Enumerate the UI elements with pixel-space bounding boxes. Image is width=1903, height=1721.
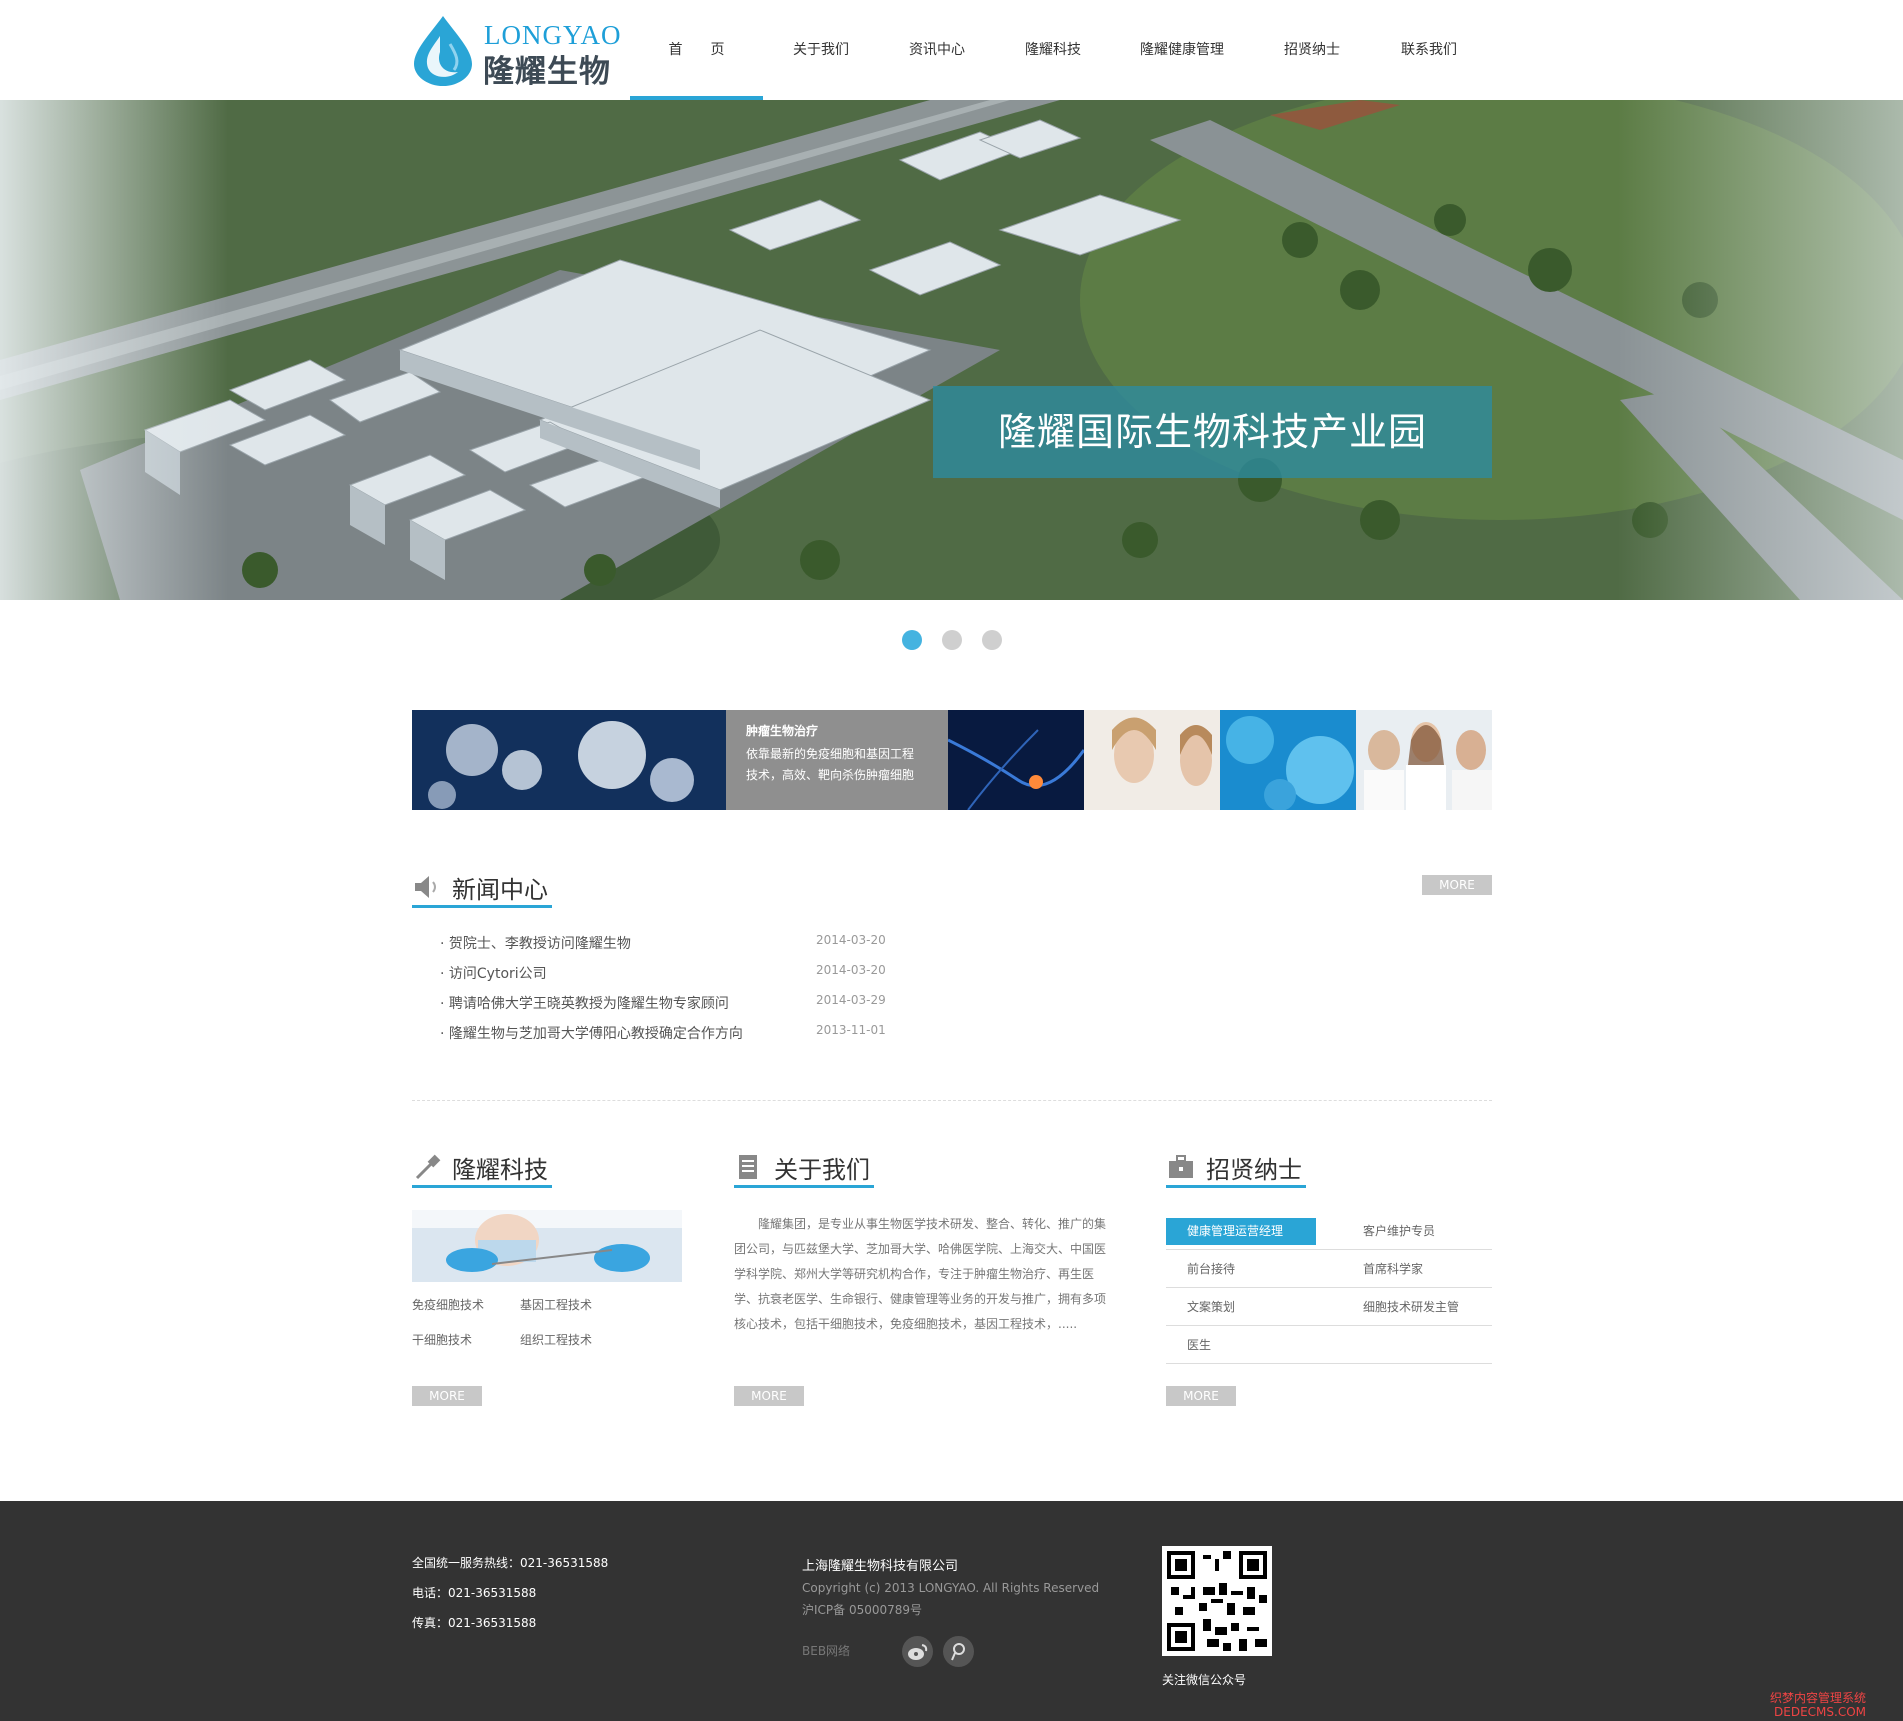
feature-desc-2: 技术，高效、靶向杀伤肿瘤细胞	[746, 768, 915, 782]
news-item: · 隆耀生物与芝加哥大学傅阳心教授确定合作方向 2013-11-01	[440, 1023, 900, 1053]
job-item[interactable]: 前台接待	[1166, 1256, 1316, 1283]
nav-item-tech[interactable]: 隆耀科技	[995, 0, 1111, 100]
news-title: 新闻中心	[452, 876, 548, 904]
watermark: 织梦内容管理系统 DEDECMS.COM	[1770, 1691, 1866, 1719]
news-list: · 贺院士、李教授访问隆耀生物 2014-03-20 · 访问Cytori公司 …	[440, 933, 900, 1053]
footer-icp[interactable]: 沪ICP备 05000789号	[802, 1601, 922, 1618]
slider-dot-3[interactable]	[982, 630, 1002, 650]
tech-link-stem[interactable]: 干细胞技术	[412, 1331, 472, 1348]
qr-label: 关注微信公众号	[1162, 1673, 1247, 1687]
section-divider	[412, 1100, 1492, 1101]
nav-item-health[interactable]: 隆耀健康管理	[1111, 0, 1253, 100]
jobs-more-button[interactable]: MORE	[1166, 1386, 1236, 1406]
tech-title-underline	[412, 1185, 552, 1188]
about-title: 关于我们	[774, 1156, 870, 1184]
news-heading: 新闻中心	[412, 868, 552, 908]
tencent-weibo-icon[interactable]	[943, 1636, 974, 1667]
news-item: · 聘请哈佛大学王晓英教授为隆耀生物专家顾问 2014-03-29	[440, 993, 900, 1023]
news-item-date: 2014-03-20	[816, 933, 886, 947]
news-item-title[interactable]: · 访问Cytori公司	[440, 963, 547, 983]
about-title-underline	[734, 1185, 874, 1188]
nav-item-contact[interactable]: 联系我们	[1371, 0, 1487, 100]
footer: 全国统一服务热线：021-36531588 电话：021-36531588 传真…	[0, 1501, 1903, 1721]
news-item: · 贺院士、李教授访问隆耀生物 2014-03-20	[440, 933, 900, 963]
job-item[interactable]: 首席科学家	[1341, 1256, 1491, 1283]
jobs-list: 健康管理运营经理 客户维护专员 前台接待 首席科学家 文案策划 细胞技术研发主管…	[1166, 1212, 1492, 1364]
job-item[interactable]: 细胞技术研发主管	[1341, 1294, 1491, 1321]
news-item-date: 2013-11-01	[816, 1023, 886, 1037]
tech-heading: 隆耀科技	[412, 1148, 552, 1188]
feature-desc-1: 依靠最新的免疫细胞和基因工程	[746, 747, 915, 761]
job-item[interactable]: 客户维护专员	[1341, 1218, 1491, 1245]
faces-image	[1084, 710, 1220, 810]
cell-image-1	[412, 710, 726, 810]
news-title-underline	[412, 905, 552, 908]
nav-item-home[interactable]: 首 页	[630, 0, 763, 100]
nav-item-jobs[interactable]: 招贤纳士	[1253, 0, 1371, 100]
tech-image	[412, 1210, 682, 1282]
jobs-heading: 招贤纳士	[1166, 1148, 1306, 1188]
footer-fax: 传真：021-36531588	[412, 1616, 537, 1630]
weibo-icon[interactable]	[902, 1636, 933, 1667]
pipette-icon	[415, 1154, 441, 1180]
logo-text-cn: 隆耀生物	[483, 54, 611, 90]
watermark-line-1: 织梦内容管理系统	[1770, 1691, 1867, 1705]
news-item-title[interactable]: · 贺院士、李教授访问隆耀生物	[440, 933, 631, 953]
hero-banner[interactable]: 隆耀国际生物科技产业园	[0, 100, 1903, 600]
slider-dot-2[interactable]	[942, 630, 962, 650]
job-row: 医生	[1166, 1326, 1492, 1364]
feature-title: 肿瘤生物治疗	[746, 724, 819, 738]
tech-link-tissue[interactable]: 组织工程技术	[520, 1331, 592, 1348]
watermark-line-2: DEDECMS.COM	[1774, 1705, 1867, 1719]
blue-cells-image	[1220, 710, 1356, 810]
logo-drop-icon	[414, 16, 472, 86]
speaker-icon	[415, 876, 436, 898]
header: LONGYAO 隆耀生物 首 页 关于我们 资讯中心 隆耀科技 隆耀健康管理 招…	[0, 0, 1903, 100]
job-row: 前台接待 首席科学家	[1166, 1250, 1492, 1288]
tech-link-gene[interactable]: 基因工程技术	[520, 1296, 592, 1313]
page: LONGYAO 隆耀生物 首 页 关于我们 资讯中心 隆耀科技 隆耀健康管理 招…	[0, 0, 1903, 1721]
about-more-button[interactable]: MORE	[734, 1386, 804, 1406]
wechat-qr-code	[1162, 1546, 1272, 1656]
news-item: · 访问Cytori公司 2014-03-20	[440, 963, 900, 993]
job-item	[1341, 1332, 1491, 1359]
jobs-title-underline	[1166, 1185, 1306, 1188]
banner-caption: 隆耀国际生物科技产业园	[933, 386, 1492, 478]
jobs-title: 招贤纳士	[1206, 1156, 1302, 1184]
doctors-image	[1356, 710, 1492, 810]
lab-scientist-image	[412, 1210, 682, 1282]
footer-phone: 电话：021-36531588	[412, 1586, 537, 1600]
nav-item-about[interactable]: 关于我们	[763, 0, 879, 100]
footer-copyright: Copyright (c) 2013 LONGYAO. All Rights R…	[802, 1581, 1100, 1595]
banner-aerial-image	[0, 100, 1903, 600]
news-item-date: 2014-03-20	[816, 963, 886, 977]
feature-text-block: 肿瘤生物治疗 依靠最新的免疫细胞和基因工程 技术，高效、靶向杀伤肿瘤细胞	[726, 710, 948, 810]
feature-strip[interactable]: 肿瘤生物治疗 依靠最新的免疫细胞和基因工程 技术，高效、靶向杀伤肿瘤细胞	[412, 710, 1492, 810]
job-item[interactable]: 文案策划	[1166, 1294, 1316, 1321]
neuron-image	[948, 710, 1084, 810]
news-item-title[interactable]: · 隆耀生物与芝加哥大学傅阳心教授确定合作方向	[440, 1023, 743, 1043]
footer-hotline: 全国统一服务热线：021-36531588	[412, 1556, 609, 1570]
about-heading: 关于我们	[734, 1148, 874, 1188]
logo[interactable]: LONGYAO 隆耀生物	[410, 14, 621, 90]
job-row: 健康管理运营经理 客户维护专员	[1166, 1212, 1492, 1250]
job-item[interactable]: 医生	[1166, 1332, 1316, 1359]
news-item-date: 2014-03-29	[816, 993, 886, 1007]
document-icon	[739, 1155, 757, 1179]
footer-company: 上海隆耀生物科技有限公司	[802, 1559, 959, 1574]
slider-dot-1[interactable]	[902, 630, 922, 650]
tech-title: 隆耀科技	[452, 1156, 548, 1184]
tech-more-button[interactable]: MORE	[412, 1386, 482, 1406]
nav-item-news[interactable]: 资讯中心	[879, 0, 995, 100]
job-item[interactable]: 健康管理运营经理	[1166, 1218, 1316, 1245]
beb-logo[interactable]: BEB网络	[802, 1642, 850, 1659]
job-row: 文案策划 细胞技术研发主管	[1166, 1288, 1492, 1326]
news-item-title[interactable]: · 聘请哈佛大学王晓英教授为隆耀生物专家顾问	[440, 993, 729, 1013]
news-more-button[interactable]: MORE	[1422, 875, 1492, 895]
about-text: 隆耀集团，是专业从事生物医学技术研发、整合、转化、推广的集团公司，与匹兹堡大学、…	[734, 1217, 1107, 1331]
tech-link-immune[interactable]: 免疫细胞技术	[412, 1296, 484, 1313]
slider-dots	[0, 630, 1903, 650]
briefcase-icon	[1169, 1155, 1193, 1178]
